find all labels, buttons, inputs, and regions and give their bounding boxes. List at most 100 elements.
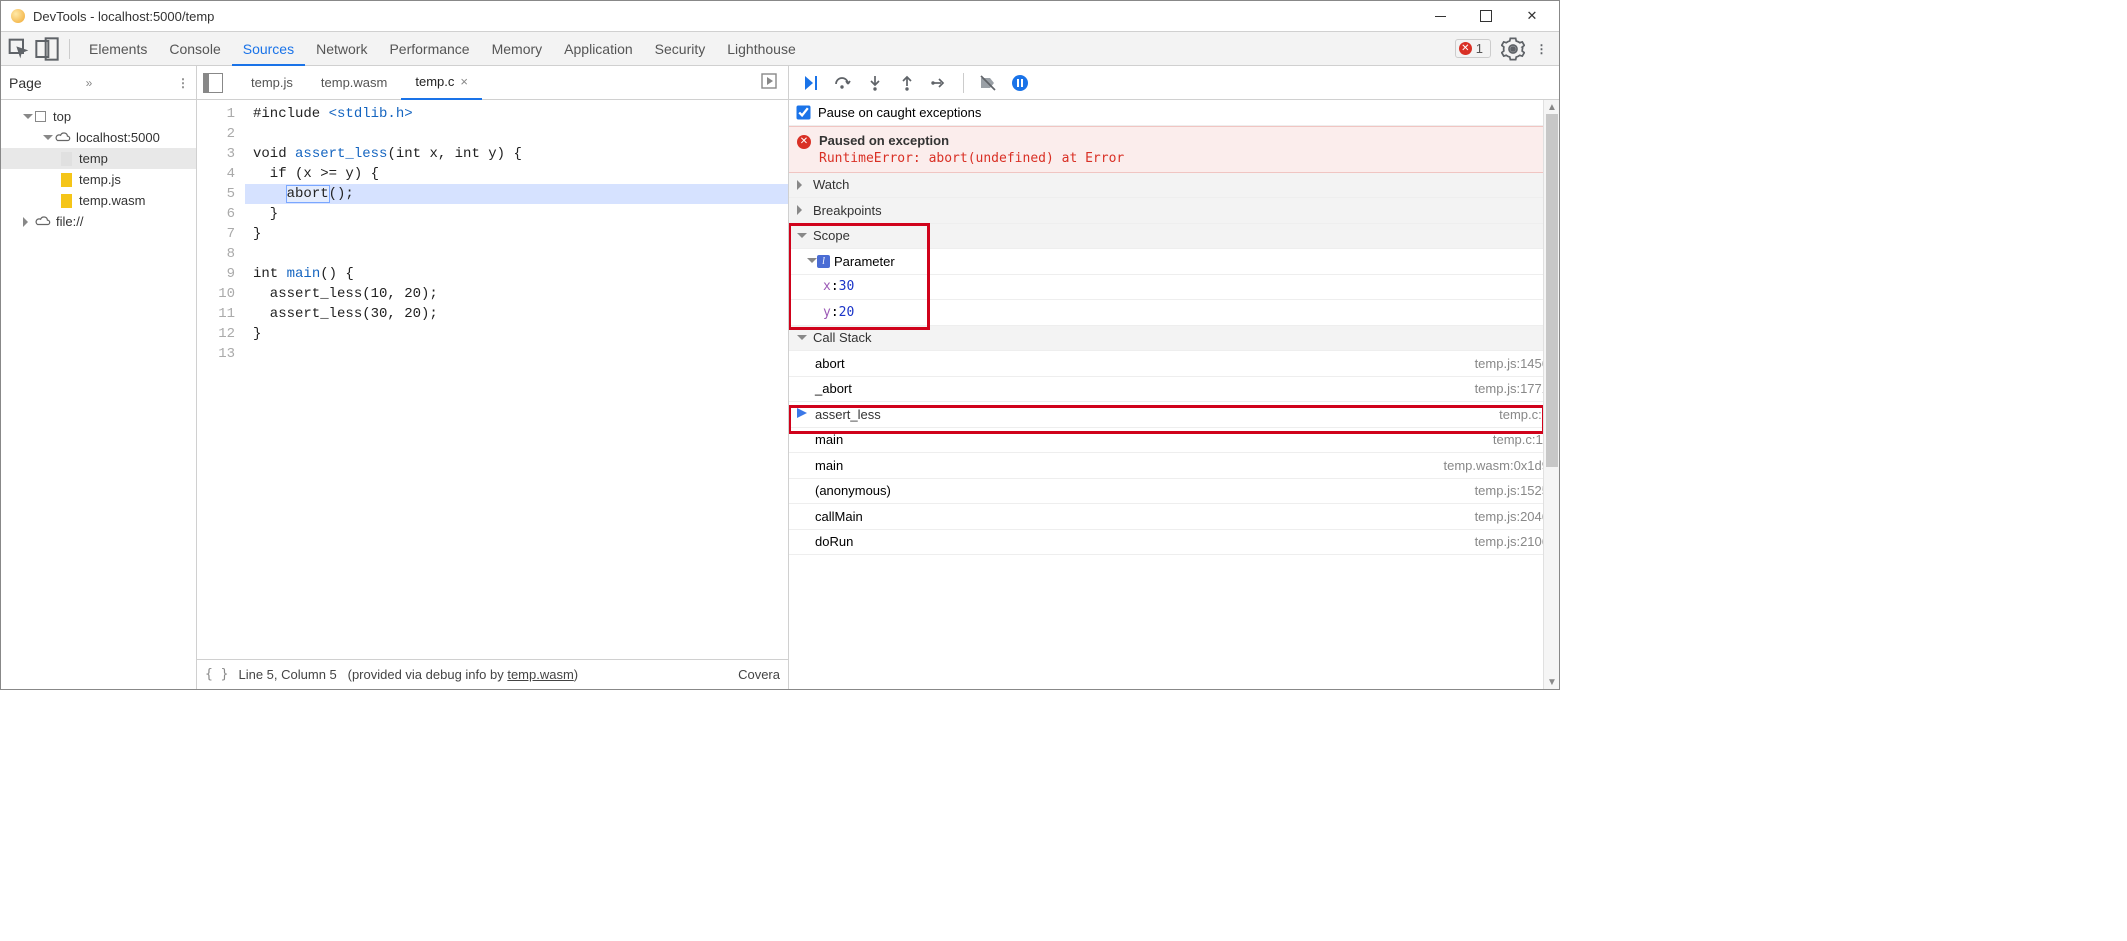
tree-file-temp-wasm[interactable]: temp.wasm	[1, 190, 196, 211]
tree-file-proto[interactable]: file://	[1, 211, 196, 232]
code-line[interactable]	[253, 124, 788, 144]
code-line[interactable]	[253, 344, 788, 364]
pause-on-caught-checkbox[interactable]	[796, 105, 810, 119]
source-editor-panel: temp.jstemp.wasmtemp.c× 1234567891011121…	[197, 66, 789, 689]
tab-security[interactable]: Security	[644, 32, 717, 66]
resume-icon[interactable]	[799, 71, 823, 95]
cursor-position: Line 5, Column 5	[238, 667, 336, 682]
device-toolbar-icon[interactable]	[35, 37, 59, 61]
code-line[interactable]: }	[253, 324, 788, 344]
code-editor[interactable]: 12345678910111213 #include <stdlib.h> vo…	[197, 100, 788, 659]
error-icon: ✕	[1459, 42, 1472, 55]
debug-info-link[interactable]: temp.wasm	[507, 667, 573, 682]
toggle-navigator-icon[interactable]	[203, 73, 223, 93]
pause-exceptions-icon[interactable]	[1008, 71, 1032, 95]
more-tabs-icon[interactable]: »	[86, 76, 93, 90]
callstack-frame[interactable]: maintemp.wasm:0x1d9	[789, 453, 1559, 479]
scope-parameter-group[interactable]: l Parameter	[789, 249, 1559, 275]
page-pane-label[interactable]: Page	[9, 75, 78, 91]
callstack-frame[interactable]: callMaintemp.js:2046	[789, 504, 1559, 530]
page-navigator-panel: Page » ⋮ top localhost:5000 temp temp.js	[1, 66, 197, 689]
banner-title: Paused on exception	[819, 133, 949, 148]
code-line[interactable]: }	[253, 224, 788, 244]
window-minimize-button[interactable]	[1417, 1, 1463, 31]
window-maximize-button[interactable]	[1463, 1, 1509, 31]
tab-application[interactable]: Application	[553, 32, 644, 66]
debugger-body: Pause on caught exceptions ✕ Paused on e…	[789, 100, 1559, 689]
debugger-scrollbar[interactable]: ▲▼	[1543, 100, 1559, 689]
file-tab-temp-js[interactable]: temp.js	[237, 66, 307, 100]
tab-sources[interactable]: Sources	[232, 32, 305, 66]
inspect-element-icon[interactable]	[7, 37, 31, 61]
gutter-line[interactable]: 12	[197, 324, 235, 344]
gutter-line[interactable]: 13	[197, 344, 235, 364]
callstack-frame[interactable]: aborttemp.js:1456	[789, 351, 1559, 377]
window-title: DevTools - localhost:5000/temp	[33, 9, 1417, 24]
tab-memory[interactable]: Memory	[481, 32, 554, 66]
step-over-icon[interactable]	[831, 71, 855, 95]
gutter-line[interactable]: 10	[197, 284, 235, 304]
cloud-icon	[35, 215, 49, 229]
window-close-button[interactable]	[1509, 1, 1555, 31]
code-line[interactable]: #include <stdlib.h>	[253, 104, 788, 124]
callstack-frame[interactable]: _aborttemp.js:1771	[789, 377, 1559, 403]
code-line[interactable]: int main() {	[253, 264, 788, 284]
error-badge[interactable]: ✕ 1	[1455, 39, 1491, 58]
code-line[interactable]: assert_less(30, 20);	[253, 304, 788, 324]
code-line[interactable]: }	[253, 204, 788, 224]
cloud-icon	[55, 131, 69, 145]
tab-elements[interactable]: Elements	[78, 32, 158, 66]
gutter-line[interactable]: 4	[197, 164, 235, 184]
step-icon[interactable]	[927, 71, 951, 95]
step-into-icon[interactable]	[863, 71, 887, 95]
breakpoints-section[interactable]: Breakpoints	[789, 198, 1559, 224]
tree-frame-top[interactable]: top	[1, 106, 196, 127]
editor-status-bar: { } Line 5, Column 5 (provided via debug…	[197, 659, 788, 689]
tree-host[interactable]: localhost:5000	[1, 127, 196, 148]
page-pane-menu-icon[interactable]: ⋮	[177, 76, 188, 90]
editor-tabs: temp.jstemp.wasmtemp.c×	[197, 66, 788, 100]
scope-section[interactable]: Scope	[789, 224, 1559, 250]
code-line[interactable]: abort();	[245, 184, 788, 204]
scope-variable[interactable]: x: 30	[789, 275, 1559, 301]
close-tab-icon[interactable]: ×	[460, 65, 468, 99]
callstack-section[interactable]: Call Stack	[789, 326, 1559, 352]
gutter-line[interactable]: 7	[197, 224, 235, 244]
more-menu-icon[interactable]: ⋮	[1529, 37, 1553, 61]
tree-file-temp[interactable]: temp	[1, 148, 196, 169]
tab-performance[interactable]: Performance	[378, 32, 480, 66]
gutter-line[interactable]: 2	[197, 124, 235, 144]
step-out-icon[interactable]	[895, 71, 919, 95]
callstack-frame[interactable]: (anonymous)temp.js:1525	[789, 479, 1559, 505]
debugger-toolbar	[789, 66, 1559, 100]
pretty-print-icon[interactable]: { }	[205, 667, 228, 682]
settings-icon[interactable]	[1501, 37, 1525, 61]
callstack-frame[interactable]: maintemp.c:11	[789, 428, 1559, 454]
file-tab-temp-wasm[interactable]: temp.wasm	[307, 66, 401, 100]
code-line[interactable]: if (x >= y) {	[253, 164, 788, 184]
code-line[interactable]: assert_less(10, 20);	[253, 284, 788, 304]
gutter-line[interactable]: 3	[197, 144, 235, 164]
tab-network[interactable]: Network	[305, 32, 378, 66]
code-line[interactable]	[253, 244, 788, 264]
tab-lighthouse[interactable]: Lighthouse	[716, 32, 807, 66]
callstack-frame[interactable]: doRuntemp.js:2106	[789, 530, 1559, 556]
scope-variable[interactable]: y: 20	[789, 300, 1559, 326]
gutter-line[interactable]: 9	[197, 264, 235, 284]
callstack-frame[interactable]: assert_lesstemp.c:5	[789, 402, 1559, 428]
gutter-line[interactable]: 11	[197, 304, 235, 324]
pause-on-caught-exceptions[interactable]: Pause on caught exceptions	[789, 100, 1559, 126]
watch-section[interactable]: Watch	[789, 173, 1559, 199]
file-tab-temp-c[interactable]: temp.c×	[401, 66, 482, 100]
tab-console[interactable]: Console	[158, 32, 231, 66]
gutter-line[interactable]: 8	[197, 244, 235, 264]
gutter-line[interactable]: 1	[197, 104, 235, 124]
tree-file-temp-js[interactable]: temp.js	[1, 169, 196, 190]
deactivate-breakpoints-icon[interactable]	[976, 71, 1000, 95]
gutter-line[interactable]: 5	[197, 184, 235, 204]
run-snippet-icon[interactable]	[760, 72, 778, 93]
gutter-line[interactable]: 6	[197, 204, 235, 224]
favicon	[11, 9, 25, 23]
debugger-panel: Pause on caught exceptions ✕ Paused on e…	[789, 66, 1559, 689]
code-line[interactable]: void assert_less(int x, int y) {	[253, 144, 788, 164]
